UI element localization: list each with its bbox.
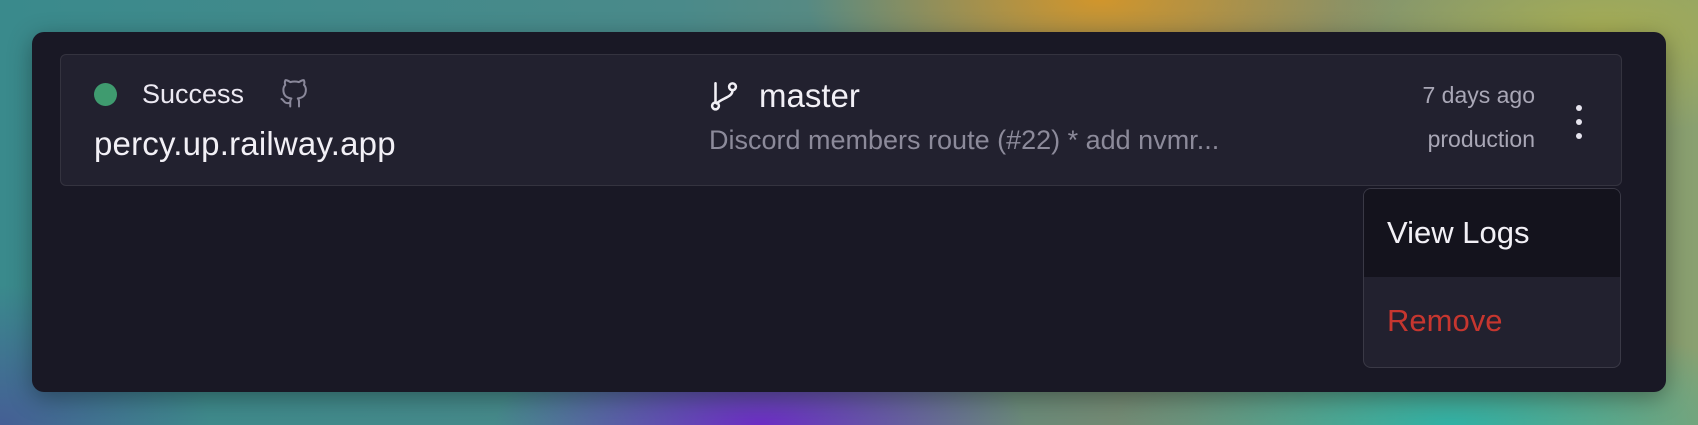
status-label: Success [142, 79, 245, 109]
github-icon[interactable] [279, 79, 309, 109]
deployment-card[interactable]: Success percy.up.railway.app master Disc… [60, 54, 1622, 186]
deployment-domain-link[interactable]: percy.up.railway.app [94, 125, 396, 163]
deployment-actions-menu: View Logs Remove [1363, 188, 1621, 368]
branch-name: master [759, 77, 860, 114]
kebab-dot [1576, 105, 1582, 111]
kebab-dot [1576, 133, 1582, 139]
status-indicator [94, 83, 117, 106]
deploy-time: 7 days ago [1422, 82, 1535, 108]
deployments-panel: Success percy.up.railway.app master Disc… [32, 32, 1666, 392]
kebab-menu-icon[interactable] [1567, 105, 1591, 139]
view-logs-menu-item[interactable]: View Logs [1364, 189, 1620, 277]
commit-message: Discord members route (#22) * add nvmr..… [709, 125, 1220, 155]
remove-menu-item[interactable]: Remove [1364, 277, 1620, 365]
git-branch-icon [707, 79, 741, 113]
environment-label: production [1427, 126, 1535, 152]
kebab-dot [1576, 119, 1582, 125]
